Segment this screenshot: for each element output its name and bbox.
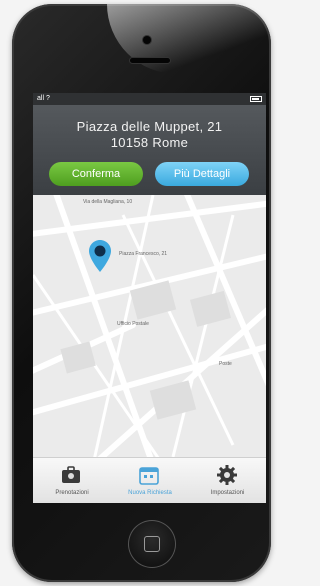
calendar-icon bbox=[139, 467, 159, 485]
front-camera bbox=[143, 36, 151, 44]
confirm-button[interactable]: Conferma bbox=[49, 162, 143, 186]
tab-label: Nuova Richiesta bbox=[128, 490, 172, 496]
map-view[interactable]: Via della Magliana, 10 Piazza Francesco,… bbox=[33, 195, 266, 457]
street-label: Via della Magliana, 10 bbox=[83, 199, 133, 205]
address-line-2: 10158 Rome bbox=[110, 135, 189, 150]
briefcase-icon bbox=[62, 466, 80, 483]
app-screen: all ? Piazza delle Muppet, 21 10158 Rome… bbox=[33, 93, 266, 503]
address-text: Piazza delle Muppet, 21 10158 Rome bbox=[43, 119, 256, 151]
earpiece-speaker bbox=[130, 58, 170, 63]
screen-glare bbox=[107, 4, 267, 74]
gear-icon bbox=[217, 465, 237, 485]
address-header: Piazza delle Muppet, 21 10158 Rome Confe… bbox=[33, 105, 266, 195]
tab-bar: Prenotazioni Nuova Richiesta Impostazion… bbox=[33, 457, 266, 503]
location-pin-icon[interactable] bbox=[89, 240, 111, 272]
poi-label: Poste bbox=[219, 361, 232, 367]
poi-label: Piazza Francesco, 21 bbox=[119, 251, 168, 257]
status-bar: all ? bbox=[33, 93, 266, 105]
poi-label: Ufficio Postale bbox=[117, 321, 149, 327]
tab-label: Prenotazioni bbox=[55, 490, 89, 496]
tab-impostazioni[interactable]: Impostazioni bbox=[189, 458, 266, 503]
tab-label: Impostazioni bbox=[210, 490, 245, 496]
map-streets bbox=[33, 195, 266, 457]
home-button-icon bbox=[144, 536, 160, 552]
battery-icon bbox=[250, 96, 262, 102]
more-details-button[interactable]: Più Dettagli bbox=[155, 162, 249, 186]
home-button[interactable] bbox=[128, 520, 176, 568]
tab-prenotazioni[interactable]: Prenotazioni bbox=[33, 458, 111, 503]
tab-nuova-richiesta[interactable]: Nuova Richiesta bbox=[111, 458, 189, 503]
carrier-signal: all ? bbox=[37, 95, 50, 102]
address-line-1: Piazza delle Muppet, 21 bbox=[76, 119, 223, 134]
